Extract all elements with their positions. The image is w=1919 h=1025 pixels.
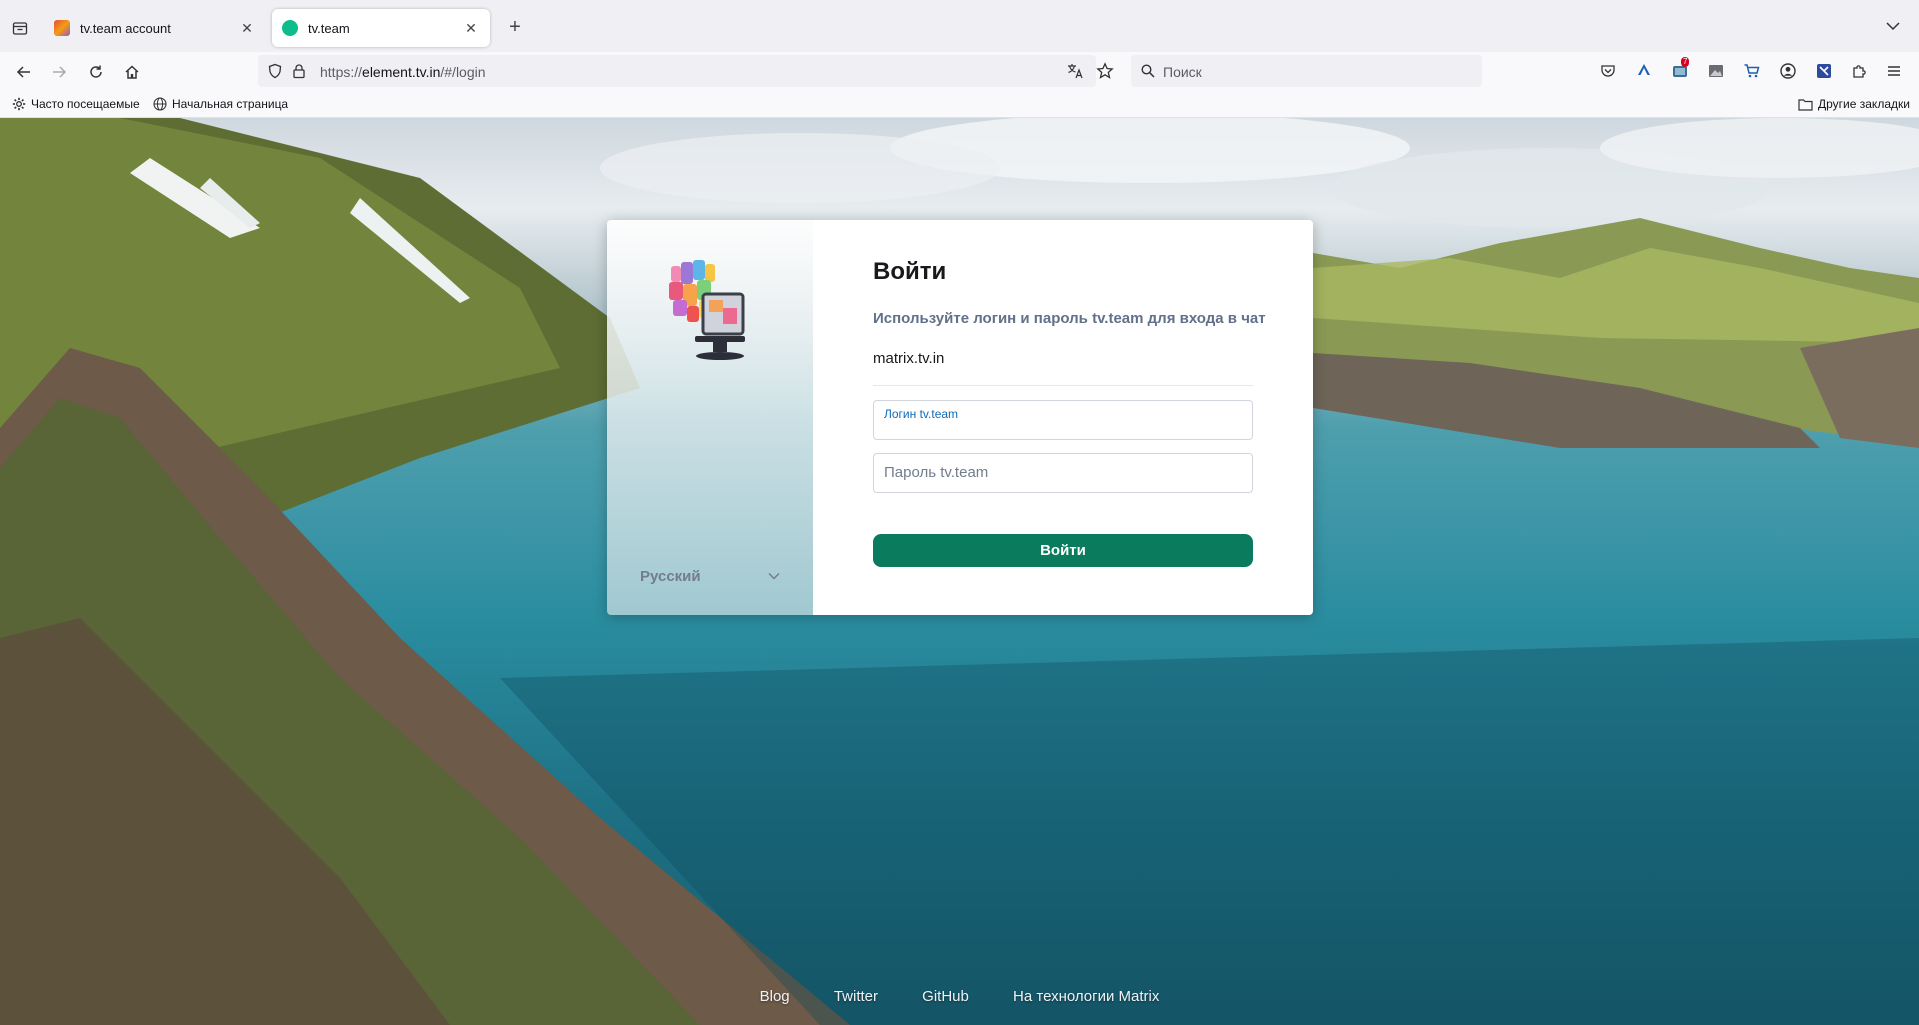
- tv-team-favicon: [54, 20, 70, 36]
- drive-icon: [1638, 64, 1650, 75]
- sign-in-button[interactable]: Войти: [873, 534, 1253, 567]
- url-path: /#/login: [440, 64, 486, 80]
- bookmarks-toolbar: Часто посещаемые Начальная страница Друг…: [0, 92, 1919, 118]
- notification-extension-button[interactable]: 7: [1670, 57, 1690, 81]
- pocket-button[interactable]: [1598, 61, 1618, 81]
- globe-icon: [153, 97, 167, 111]
- back-button[interactable]: [12, 60, 36, 84]
- tab-title: tv.team: [308, 20, 350, 36]
- footer-link-github[interactable]: GitHub: [922, 988, 969, 1005]
- tv-team-logo-icon: [669, 260, 745, 360]
- web-page: Русский Войти Используйте логин и пароль…: [0, 118, 1919, 1025]
- url-text[interactable]: https://element.tv.in/#/login: [320, 64, 486, 80]
- bookmark-label: Начальная страница: [172, 97, 289, 111]
- close-tab-icon[interactable]: ✕: [238, 19, 256, 37]
- bookmark-label: Часто посещаемые: [31, 97, 140, 111]
- chevron-down-icon: [768, 572, 780, 580]
- account-button[interactable]: [1778, 61, 1798, 81]
- arrow-right-icon: [53, 66, 67, 78]
- footer-link-blog[interactable]: Blog: [760, 988, 790, 1005]
- divider: [873, 385, 1253, 386]
- shopping-extension-button[interactable]: [1742, 61, 1762, 81]
- hamburger-menu-icon: [1888, 66, 1900, 76]
- puzzle-icon: [1853, 65, 1866, 78]
- bookmark-other[interactable]: Другие закладки: [1798, 97, 1910, 111]
- tab-list-button[interactable]: [10, 18, 30, 38]
- shield-icon: [268, 63, 282, 79]
- tab-title: tv.team account: [80, 20, 171, 36]
- page-title: Войти: [873, 258, 947, 285]
- bookmark-label: Другие закладки: [1818, 97, 1910, 111]
- bookmark-home-page[interactable]: Начальная страница: [153, 97, 288, 111]
- vpn-icon: [1817, 64, 1831, 78]
- url-prefix: https://: [320, 64, 363, 80]
- bookmark-star-button[interactable]: [1096, 62, 1114, 80]
- login-form-panel: Войти Используйте логин и пароль tv.team…: [813, 220, 1313, 615]
- vpn-extension-button[interactable]: [1814, 61, 1834, 81]
- chevron-down-icon: [1886, 22, 1900, 31]
- reload-button[interactable]: [84, 60, 108, 84]
- homeserver-name: matrix.tv.in: [873, 350, 945, 367]
- username-input[interactable]: [884, 415, 1244, 432]
- login-instructions: Используйте логин и пароль tv.team для в…: [873, 310, 1266, 327]
- site-security-icon[interactable]: [290, 62, 308, 80]
- lock-icon: [293, 64, 305, 79]
- star-icon: [1096, 62, 1114, 79]
- element-favicon: [282, 20, 298, 36]
- tab-tv-team-account[interactable]: tv.team account ✕: [44, 9, 266, 47]
- gear-icon: [12, 97, 26, 111]
- arrow-left-icon: [16, 66, 30, 78]
- search-icon: [1141, 64, 1155, 78]
- folder-icon: [1798, 98, 1813, 111]
- translate-button[interactable]: [1066, 62, 1084, 80]
- username-field[interactable]: Логин tv.team: [873, 400, 1253, 440]
- language-label: Русский: [640, 567, 701, 585]
- tab-tv-team[interactable]: tv.team ✕: [272, 9, 490, 47]
- language-dropdown[interactable]: Русский: [640, 566, 780, 586]
- reload-icon: [90, 65, 102, 78]
- translate-icon: [1068, 64, 1083, 79]
- password-field[interactable]: [873, 453, 1253, 493]
- footer-link-twitter[interactable]: Twitter: [834, 988, 878, 1005]
- login-card: Русский Войти Используйте логин и пароль…: [607, 220, 1313, 615]
- url-host: element.tv.in: [362, 64, 441, 80]
- cart-icon: [1744, 64, 1760, 78]
- search-placeholder: Поиск: [1163, 64, 1202, 80]
- forward-button[interactable]: [47, 60, 71, 84]
- bookmark-most-visited[interactable]: Часто посещаемые: [12, 97, 140, 111]
- screenshot-extension-button[interactable]: [1706, 61, 1726, 81]
- new-tab-button[interactable]: +: [505, 17, 525, 38]
- auth-sidebar: Русский: [607, 220, 813, 615]
- tab-bar: tv.team account ✕ tv.team ✕ +: [0, 0, 1919, 52]
- tracking-protection-icon[interactable]: [266, 62, 284, 80]
- page-footer: Blog Twitter GitHub На технологии Matrix: [0, 988, 1919, 1012]
- search-bar[interactable]: Поиск: [1131, 55, 1482, 87]
- pocket-icon: [1601, 65, 1615, 77]
- app-menu-button[interactable]: [1884, 61, 1904, 81]
- drive-extension-button[interactable]: [1634, 61, 1654, 81]
- close-tab-icon[interactable]: ✕: [462, 19, 480, 37]
- list-all-tabs-button[interactable]: [1885, 18, 1905, 38]
- footer-link-matrix[interactable]: На технологии Matrix: [1013, 988, 1159, 1005]
- extensions-button[interactable]: [1850, 61, 1870, 81]
- home-button[interactable]: [120, 60, 144, 84]
- address-bar[interactable]: https://element.tv.in/#/login: [258, 55, 1114, 87]
- image-icon: [1709, 65, 1723, 77]
- tab-list-icon: [12, 22, 28, 35]
- password-input[interactable]: [884, 464, 1244, 481]
- account-icon: [1780, 63, 1796, 79]
- home-icon: [125, 65, 139, 79]
